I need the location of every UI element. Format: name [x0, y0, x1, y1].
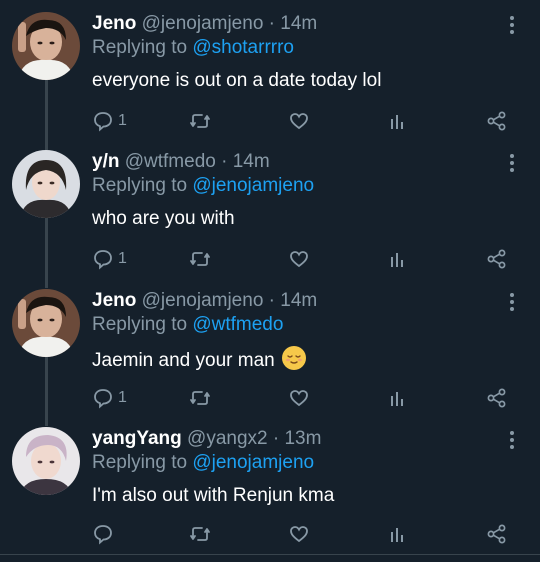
tweet-header: y/n @wtfmedo · 14m [92, 150, 270, 174]
share-button[interactable] [486, 108, 508, 134]
analytics-icon [388, 523, 408, 545]
tweet[interactable]: Jeno @jenojamjeno · 14m Replying to @sho… [0, 12, 540, 142]
analytics-icon [388, 387, 408, 409]
user-handle[interactable]: @yangx2 [187, 428, 268, 449]
replying-to: Replying to @shotarrrro [92, 36, 294, 60]
user-handle[interactable]: @jenojamjeno [142, 13, 264, 34]
more-icon[interactable] [504, 152, 520, 174]
tweet[interactable]: Jeno @jenojamjeno · 14m Replying to @wtf… [0, 289, 540, 419]
tweet-header: Jeno @jenojamjeno · 14m [92, 12, 317, 36]
share-button[interactable] [486, 521, 508, 547]
replying-label: Replying to [92, 175, 188, 196]
avatar[interactable] [12, 12, 80, 80]
more-icon[interactable] [504, 429, 520, 451]
retweet-button[interactable] [188, 108, 212, 134]
reply-count: 1 [118, 250, 127, 267]
like-button[interactable] [288, 521, 310, 547]
mention-link[interactable]: @wtfmedo [192, 314, 283, 335]
tweet-text: who are you with [92, 208, 235, 229]
reply-icon [92, 110, 114, 132]
retweet-button[interactable] [188, 246, 212, 272]
like-icon [288, 523, 310, 545]
retweet-icon [188, 110, 212, 132]
retweet-icon [188, 248, 212, 270]
share-button[interactable] [486, 385, 508, 411]
display-name[interactable]: yangYang [92, 428, 182, 449]
avatar[interactable] [12, 289, 80, 357]
separator: · [221, 151, 228, 172]
avatar[interactable] [12, 150, 80, 218]
display-name[interactable]: y/n [92, 151, 119, 172]
reply-count: 1 [118, 389, 127, 406]
tweet-header: Jeno @jenojamjeno · 14m [92, 289, 317, 313]
reply-icon [92, 387, 114, 409]
tweet-text: everyone is out on a date today lol [92, 70, 382, 91]
tweet-actions: 1 [92, 246, 522, 272]
analytics-icon [388, 110, 408, 132]
tweet-actions: 1 [92, 108, 522, 134]
share-icon [486, 523, 508, 545]
mention-link[interactable]: @shotarrrro [192, 37, 294, 58]
more-icon[interactable] [504, 14, 520, 36]
analytics-icon [388, 248, 408, 270]
replying-label: Replying to [92, 37, 188, 58]
share-button[interactable] [486, 246, 508, 272]
user-handle[interactable]: @wtfmedo [125, 151, 216, 172]
avatar[interactable] [12, 427, 80, 495]
like-icon [288, 387, 310, 409]
tweet-header: yangYang @yangx2 · 13m [92, 427, 321, 451]
retweet-button[interactable] [188, 521, 212, 547]
tweet[interactable]: y/n @wtfmedo · 14m Replying to @jenojamj… [0, 150, 540, 280]
display-name[interactable]: Jeno [92, 290, 136, 311]
timestamp[interactable]: 14m [280, 13, 317, 34]
separator: · [268, 290, 275, 311]
analytics-button[interactable] [388, 246, 408, 272]
tweet-text: Jaemin and your man [92, 346, 306, 373]
tweet[interactable]: yangYang @yangx2 · 13m Replying to @jeno… [0, 427, 540, 552]
analytics-button[interactable] [388, 385, 408, 411]
reply-button[interactable]: 1 [92, 246, 127, 272]
tweet-text: I'm also out with Renjun kma [92, 485, 335, 506]
divider [0, 554, 540, 555]
like-icon [288, 110, 310, 132]
reply-button[interactable]: 1 [92, 108, 127, 134]
retweet-icon [188, 387, 212, 409]
tweet-actions [92, 521, 522, 547]
timestamp[interactable]: 14m [233, 151, 270, 172]
reply-icon [92, 523, 114, 545]
display-name[interactable]: Jeno [92, 13, 136, 34]
reply-button[interactable] [92, 521, 118, 547]
separator: · [272, 428, 280, 449]
reply-button[interactable]: 1 [92, 385, 127, 411]
mention-link[interactable]: @jenojamjeno [192, 452, 314, 473]
replying-label: Replying to [92, 314, 188, 335]
user-handle[interactable]: @jenojamjeno [142, 290, 264, 311]
tweet-thread: Jeno @jenojamjeno · 14m Replying to @sho… [0, 0, 540, 562]
like-button[interactable] [288, 385, 310, 411]
relieved-face-emoji [282, 346, 306, 370]
analytics-button[interactable] [388, 108, 408, 134]
reply-icon [92, 248, 114, 270]
analytics-button[interactable] [388, 521, 408, 547]
retweet-button[interactable] [188, 385, 212, 411]
replying-to: Replying to @jenojamjeno [92, 174, 314, 198]
more-icon[interactable] [504, 291, 520, 313]
share-icon [486, 387, 508, 409]
like-button[interactable] [288, 246, 310, 272]
retweet-icon [188, 523, 212, 545]
replying-to: Replying to @jenojamjeno [92, 451, 314, 475]
tweet-text-content: Jaemin and your man [92, 350, 275, 371]
replying-to: Replying to @wtfmedo [92, 313, 283, 337]
separator: · [268, 13, 275, 34]
reply-count: 1 [118, 112, 127, 129]
timestamp[interactable]: 14m [280, 290, 317, 311]
mention-link[interactable]: @jenojamjeno [192, 175, 314, 196]
like-button[interactable] [288, 108, 310, 134]
like-icon [288, 248, 310, 270]
share-icon [486, 248, 508, 270]
replying-label: Replying to [92, 452, 188, 473]
share-icon [486, 110, 508, 132]
timestamp[interactable]: 13m [284, 428, 321, 449]
tweet-actions: 1 [92, 385, 522, 411]
